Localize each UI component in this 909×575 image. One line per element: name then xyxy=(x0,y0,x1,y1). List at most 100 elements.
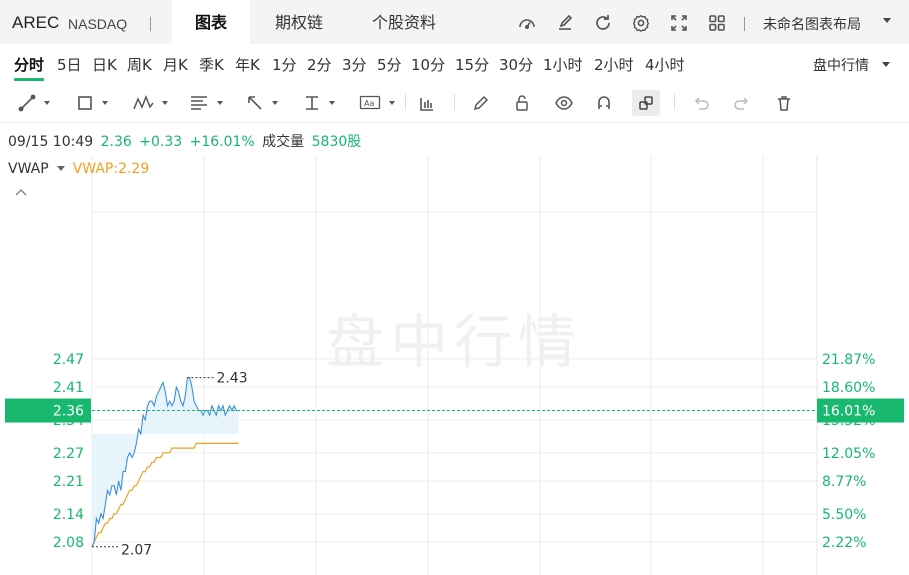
tab-option-chain[interactable]: 期权链 xyxy=(260,0,338,44)
fib-tool[interactable] xyxy=(189,91,223,115)
intraday-price-chart: 盘中行情 2.47 2.41 2.34 2.27 2.21 2.14 2.08 21.87%… xyxy=(5,155,904,575)
pattern-icon xyxy=(133,94,154,110)
quote-summary: 09/15 10:49 2.36 +0.33 +16.01% 成交量 5830股 xyxy=(8,131,364,151)
header-divider xyxy=(150,17,151,31)
period-3min[interactable]: 3分 xyxy=(342,54,367,75)
price-tick-label: 2.08 xyxy=(53,535,84,551)
price-tick-label: 2.21 xyxy=(53,474,84,490)
percent-tick-label: 21.87% xyxy=(822,352,875,368)
period-weekly[interactable]: 周K xyxy=(127,54,152,75)
lock-icon xyxy=(516,95,528,111)
gear-icon[interactable] xyxy=(630,12,652,34)
caret-down-icon[interactable] xyxy=(883,18,891,23)
session-mode-dropdown[interactable]: 盘中行情 xyxy=(813,55,869,75)
undo-tool[interactable] xyxy=(692,91,710,115)
period-daily[interactable]: 日K xyxy=(92,54,117,75)
refresh-icon[interactable] xyxy=(592,12,614,34)
indicator-tool[interactable] xyxy=(419,91,435,115)
rectangle-icon xyxy=(78,96,92,110)
period-5day[interactable]: 5日 xyxy=(57,54,82,75)
tab-stock-profile[interactable]: 个股资料 xyxy=(358,0,450,44)
pencil-tool[interactable] xyxy=(472,91,490,115)
grid-layout-icon[interactable] xyxy=(706,12,728,34)
arrow-icon xyxy=(248,96,262,110)
period-5min[interactable]: 5分 xyxy=(377,54,402,75)
toolbar-divider xyxy=(405,94,406,110)
vwap-line xyxy=(91,442,239,547)
text-annotation-tool[interactable]: Aa xyxy=(359,91,395,115)
percent-tick-label: 5.50% xyxy=(822,507,866,523)
period-intraday[interactable]: 分时 xyxy=(14,54,44,75)
quote-change-percent: +16.01% xyxy=(189,134,255,150)
link-icon xyxy=(639,96,653,110)
period-yearly[interactable]: 年K xyxy=(235,54,260,75)
current-percent-badge xyxy=(817,398,904,423)
rectangle-tool[interactable] xyxy=(76,91,108,115)
caret-down-icon[interactable] xyxy=(882,62,890,67)
fib-icon xyxy=(191,96,207,110)
fullscreen-icon[interactable] xyxy=(668,12,690,34)
chevron-up-icon[interactable] xyxy=(13,186,29,198)
current-price-badge-text: 2.36 xyxy=(53,404,84,420)
period-30min[interactable]: 30分 xyxy=(499,54,533,75)
toolbar-divider xyxy=(674,94,675,110)
price-line xyxy=(91,377,239,547)
lock-tool[interactable] xyxy=(513,91,531,115)
current-percent-badge-text: 16.01% xyxy=(822,404,875,420)
price-tick-label: 2.41 xyxy=(53,380,84,396)
indicator-name[interactable]: VWAP xyxy=(8,161,49,177)
percent-tick-label: 12.05% xyxy=(822,446,875,462)
percent-tick-label: 8.77% xyxy=(822,474,866,490)
delete-tool[interactable] xyxy=(775,91,793,115)
undo-icon xyxy=(694,97,709,110)
price-tick-label: 2.34 xyxy=(53,413,84,429)
tab-chart[interactable]: 图表 xyxy=(172,0,250,44)
caret-down-icon[interactable] xyxy=(56,165,65,171)
period-quarterly[interactable]: 季K xyxy=(199,54,224,75)
high-price-label: 2.43 xyxy=(216,371,247,387)
header-divider xyxy=(744,17,745,31)
redo-icon xyxy=(734,97,749,110)
exchange-name: NASDAQ xyxy=(68,16,128,32)
speedometer-icon[interactable] xyxy=(516,12,538,34)
period-2min[interactable]: 2分 xyxy=(307,54,332,75)
price-tick-label: 2.27 xyxy=(53,446,84,462)
volume-label: 成交量 xyxy=(262,134,305,150)
arrow-tool[interactable] xyxy=(246,91,278,115)
visibility-tool[interactable] xyxy=(554,91,574,115)
quote-change: +0.33 xyxy=(139,134,183,150)
edit-icon[interactable] xyxy=(554,12,576,34)
period-2hour[interactable]: 2小时 xyxy=(594,54,634,75)
layout-name-dropdown[interactable]: 未命名图表布局 xyxy=(763,14,861,34)
magnet-icon xyxy=(598,96,610,109)
toolbar-divider xyxy=(454,94,455,110)
period-4hour[interactable]: 4小时 xyxy=(645,54,685,75)
quote-volume: 5830股 xyxy=(311,134,362,150)
ticker-symbol: AREC xyxy=(12,13,60,32)
pattern-tool[interactable] xyxy=(132,91,168,115)
trendline-tool[interactable] xyxy=(18,91,50,115)
eye-icon xyxy=(555,96,573,110)
link-tool[interactable] xyxy=(637,91,655,115)
period-monthly[interactable]: 月K xyxy=(163,54,188,75)
percent-tick-label: 15.32% xyxy=(822,413,875,429)
period-10min[interactable]: 10分 xyxy=(411,54,445,75)
quote-datetime: 09/15 10:49 xyxy=(8,134,94,150)
price-area-fill xyxy=(92,377,239,547)
period-1hour[interactable]: 1小时 xyxy=(543,54,583,75)
period-1min[interactable]: 1分 xyxy=(272,54,297,75)
low-price-label: 2.07 xyxy=(121,543,152,559)
svg-text:Aa: Aa xyxy=(364,99,374,108)
magnet-tool[interactable] xyxy=(595,91,613,115)
quote-price: 2.36 xyxy=(100,134,132,150)
trendline-icon xyxy=(18,94,36,112)
text-annotation-icon: Aa xyxy=(359,95,381,110)
toolbar-bottom-border xyxy=(0,122,909,123)
redo-tool[interactable] xyxy=(733,91,751,115)
percent-axis-labels: 21.87% 18.60% 15.32% 12.05% 8.77% 5.50% 2.22% xyxy=(822,352,875,551)
price-tick-label: 2.47 xyxy=(53,352,84,368)
current-price-badge xyxy=(5,398,91,423)
period-15min[interactable]: 15分 xyxy=(455,54,489,75)
chart-watermark: 盘中行情 xyxy=(326,308,582,376)
measure-tool[interactable] xyxy=(303,91,335,115)
